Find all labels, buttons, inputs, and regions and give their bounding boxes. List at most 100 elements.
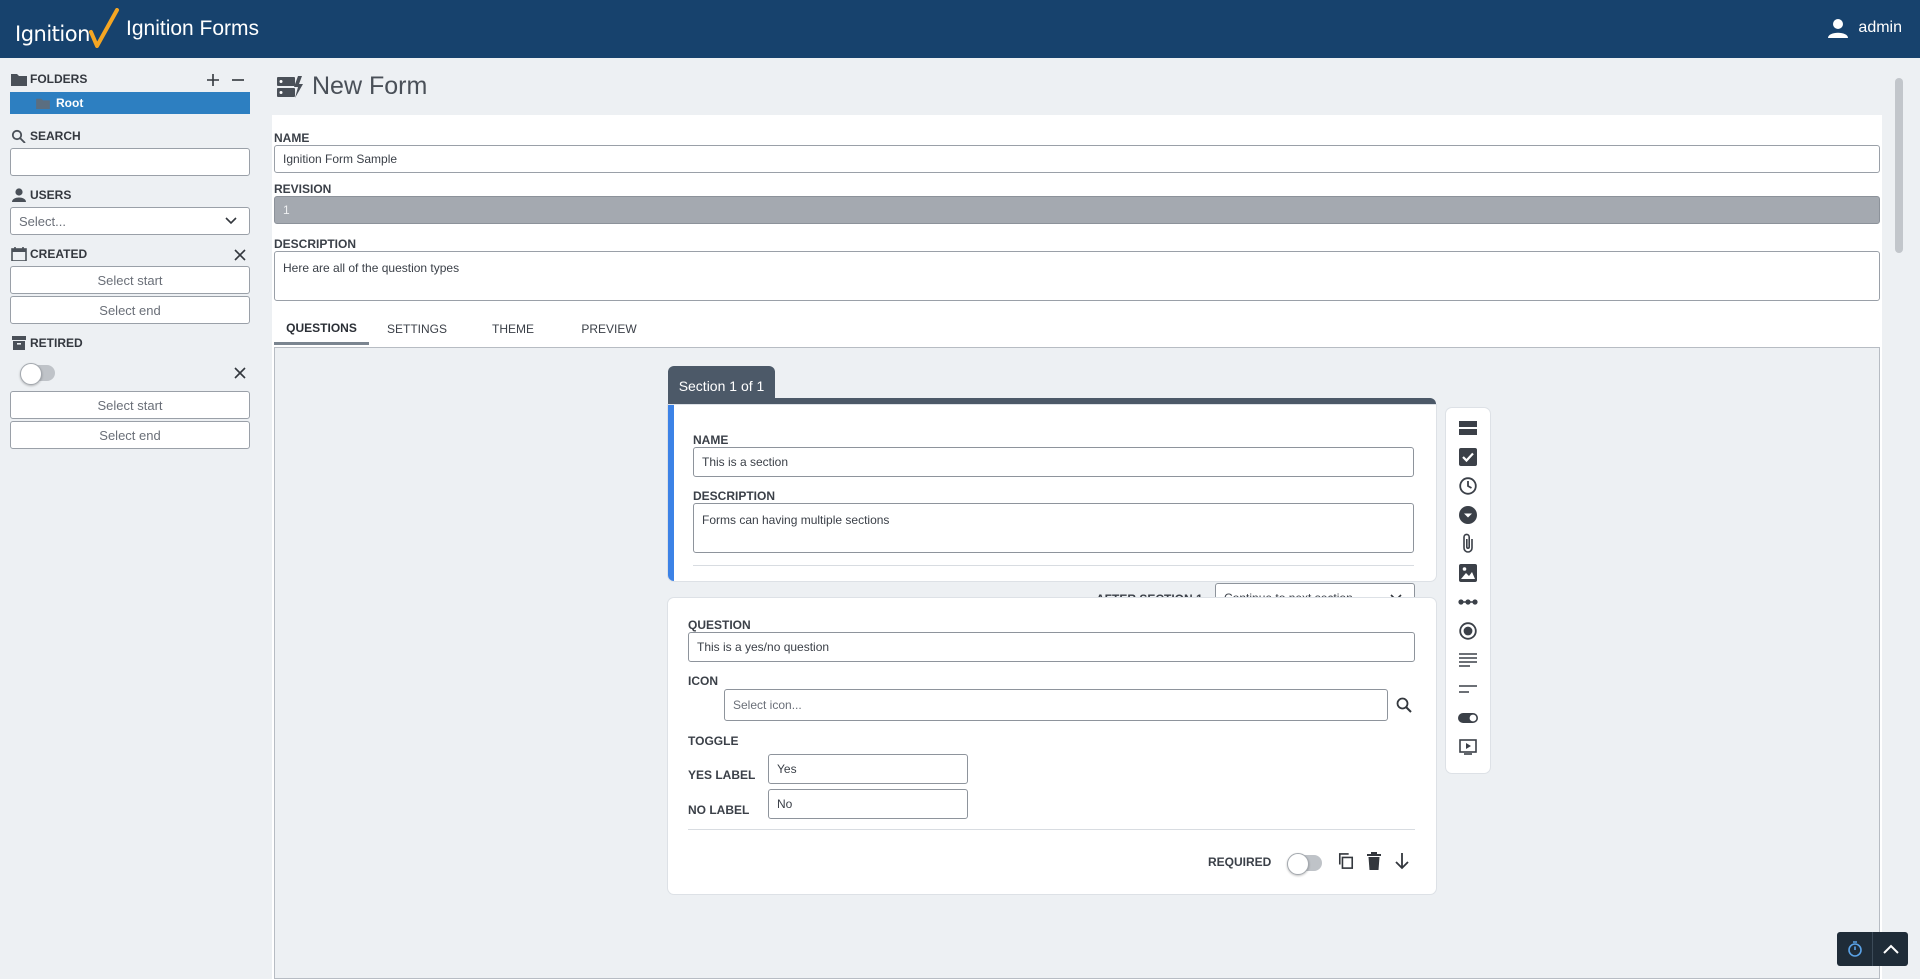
users-label: USERS [30, 188, 72, 202]
paragraph-icon [1459, 653, 1477, 667]
tab-theme[interactable]: THEME [465, 313, 561, 345]
radio-icon [1459, 622, 1477, 640]
add-time-button[interactable] [1457, 475, 1479, 497]
remove-folder-button[interactable] [230, 72, 246, 88]
add-folder-button[interactable] [205, 72, 221, 88]
paperclip-icon [1463, 533, 1473, 553]
folder-root[interactable]: Root [10, 92, 250, 114]
sidebar: FOLDERS Root SEARCH USERS Select... CREA… [0, 58, 264, 979]
tab-questions[interactable]: QUESTIONS [274, 313, 369, 345]
question-label: QUESTION [688, 618, 751, 632]
question-type-toolbar [1446, 408, 1490, 773]
search-input[interactable] [10, 148, 250, 176]
tab-preview[interactable]: PREVIEW [561, 313, 657, 345]
scrollbar-thumb[interactable] [1895, 78, 1903, 253]
close-icon [234, 367, 246, 379]
section-name-input[interactable]: This is a section [693, 447, 1414, 477]
clock-icon [1459, 477, 1477, 495]
icon-search-button[interactable] [1396, 697, 1412, 713]
search-icon [11, 129, 26, 143]
tab-settings[interactable]: SETTINGS [369, 313, 465, 345]
question-card: QUESTION This is a yes/no question ICON … [668, 598, 1436, 894]
page-title: New Form [312, 72, 428, 100]
add-toggle-button[interactable] [1457, 707, 1479, 729]
retired-toggle[interactable] [20, 363, 55, 385]
move-down-button[interactable] [1394, 853, 1410, 870]
clear-created-button[interactable] [232, 247, 248, 263]
add-image-button[interactable] [1457, 562, 1479, 584]
form-name-input[interactable]: Ignition Form Sample [274, 145, 1880, 173]
retired-end-input[interactable]: Select end [10, 421, 250, 449]
questions-canvas: Section 1 of 1 NAME This is a section DE… [274, 347, 1880, 979]
short-text-icon [1459, 685, 1477, 693]
add-video-button[interactable] [1457, 736, 1479, 758]
question-type-label: TOGGLE [688, 734, 739, 748]
form-description-input[interactable]: Here are all of the question types [274, 251, 1880, 301]
add-attachment-button[interactable] [1457, 533, 1479, 555]
duplicate-question-button[interactable] [1338, 853, 1354, 869]
section-tab[interactable]: Section 1 of 1 [668, 366, 775, 406]
search-label: SEARCH [30, 129, 81, 143]
slider-icon [1458, 599, 1478, 605]
top-bar: Ignition Ignition Forms admin [0, 0, 1920, 58]
folders-header: FOLDERS [11, 72, 87, 86]
section-description-input[interactable]: Forms can having multiple sections [693, 503, 1414, 553]
app-title: Ignition Forms [126, 17, 260, 40]
archive-icon [12, 336, 26, 350]
delete-question-button[interactable] [1366, 852, 1382, 870]
section-name-label: NAME [693, 433, 729, 447]
timer-button[interactable] [1837, 932, 1872, 966]
section-card: NAME This is a section DESCRIPTION Forms… [668, 405, 1436, 613]
toggle-icon [1458, 713, 1478, 723]
folders-label: FOLDERS [30, 72, 88, 86]
chevron-up-icon [1882, 944, 1899, 954]
folder-icon [11, 74, 27, 86]
created-header: CREATED [11, 247, 87, 261]
chevron-down-icon [225, 217, 237, 225]
page-scrollbar[interactable] [1893, 58, 1905, 979]
add-slider-button[interactable] [1457, 591, 1479, 613]
created-label: CREATED [30, 247, 88, 261]
required-label: REQUIRED [1208, 855, 1272, 869]
no-label: NO LABEL [688, 803, 750, 817]
folder-icon [36, 98, 50, 109]
copy-icon [1338, 853, 1354, 869]
divider [693, 565, 1414, 566]
trash-icon [1367, 852, 1381, 870]
created-start-input[interactable]: Select start [10, 266, 250, 294]
divider [688, 829, 1415, 830]
close-icon [234, 249, 246, 261]
add-checkbox-button[interactable] [1457, 446, 1479, 468]
add-radio-button[interactable] [1457, 620, 1479, 642]
icon-label: ICON [688, 674, 718, 688]
users-select[interactable]: Select... [10, 207, 250, 235]
collapse-up-button[interactable] [1873, 932, 1908, 966]
add-paragraph-button[interactable] [1457, 649, 1479, 671]
name-label: NAME [274, 131, 310, 145]
icon-select-input[interactable]: Select icon... [724, 689, 1388, 721]
logo-check-icon [89, 8, 119, 48]
add-section-button[interactable] [1457, 417, 1479, 439]
user-icon [12, 188, 26, 202]
ignition-logo[interactable]: Ignition [15, 8, 119, 50]
checkbox-icon [1459, 448, 1477, 466]
section-icon [1459, 421, 1477, 435]
retired-start-input[interactable]: Select start [10, 391, 250, 419]
stopwatch-icon [1847, 941, 1862, 957]
add-dropdown-button[interactable] [1457, 504, 1479, 526]
users-select-value: Select... [19, 213, 66, 229]
no-label-input[interactable]: No [768, 789, 968, 819]
logo-text: Ignition [15, 22, 90, 46]
user-name: admin [1858, 19, 1902, 36]
clear-retired-button[interactable] [232, 365, 248, 381]
new-form-icon [277, 75, 303, 98]
user-menu[interactable]: admin [1828, 18, 1902, 38]
description-label: DESCRIPTION [274, 237, 357, 251]
question-input[interactable]: This is a yes/no question [688, 632, 1415, 662]
revision-label: REVISION [274, 182, 332, 196]
required-toggle[interactable] [1287, 853, 1322, 875]
created-end-input[interactable]: Select end [10, 296, 250, 324]
form-panel: NAME Ignition Form Sample REVISION 1 DES… [272, 115, 1882, 979]
add-short-text-button[interactable] [1457, 678, 1479, 700]
yes-label-input[interactable]: Yes [768, 754, 968, 784]
